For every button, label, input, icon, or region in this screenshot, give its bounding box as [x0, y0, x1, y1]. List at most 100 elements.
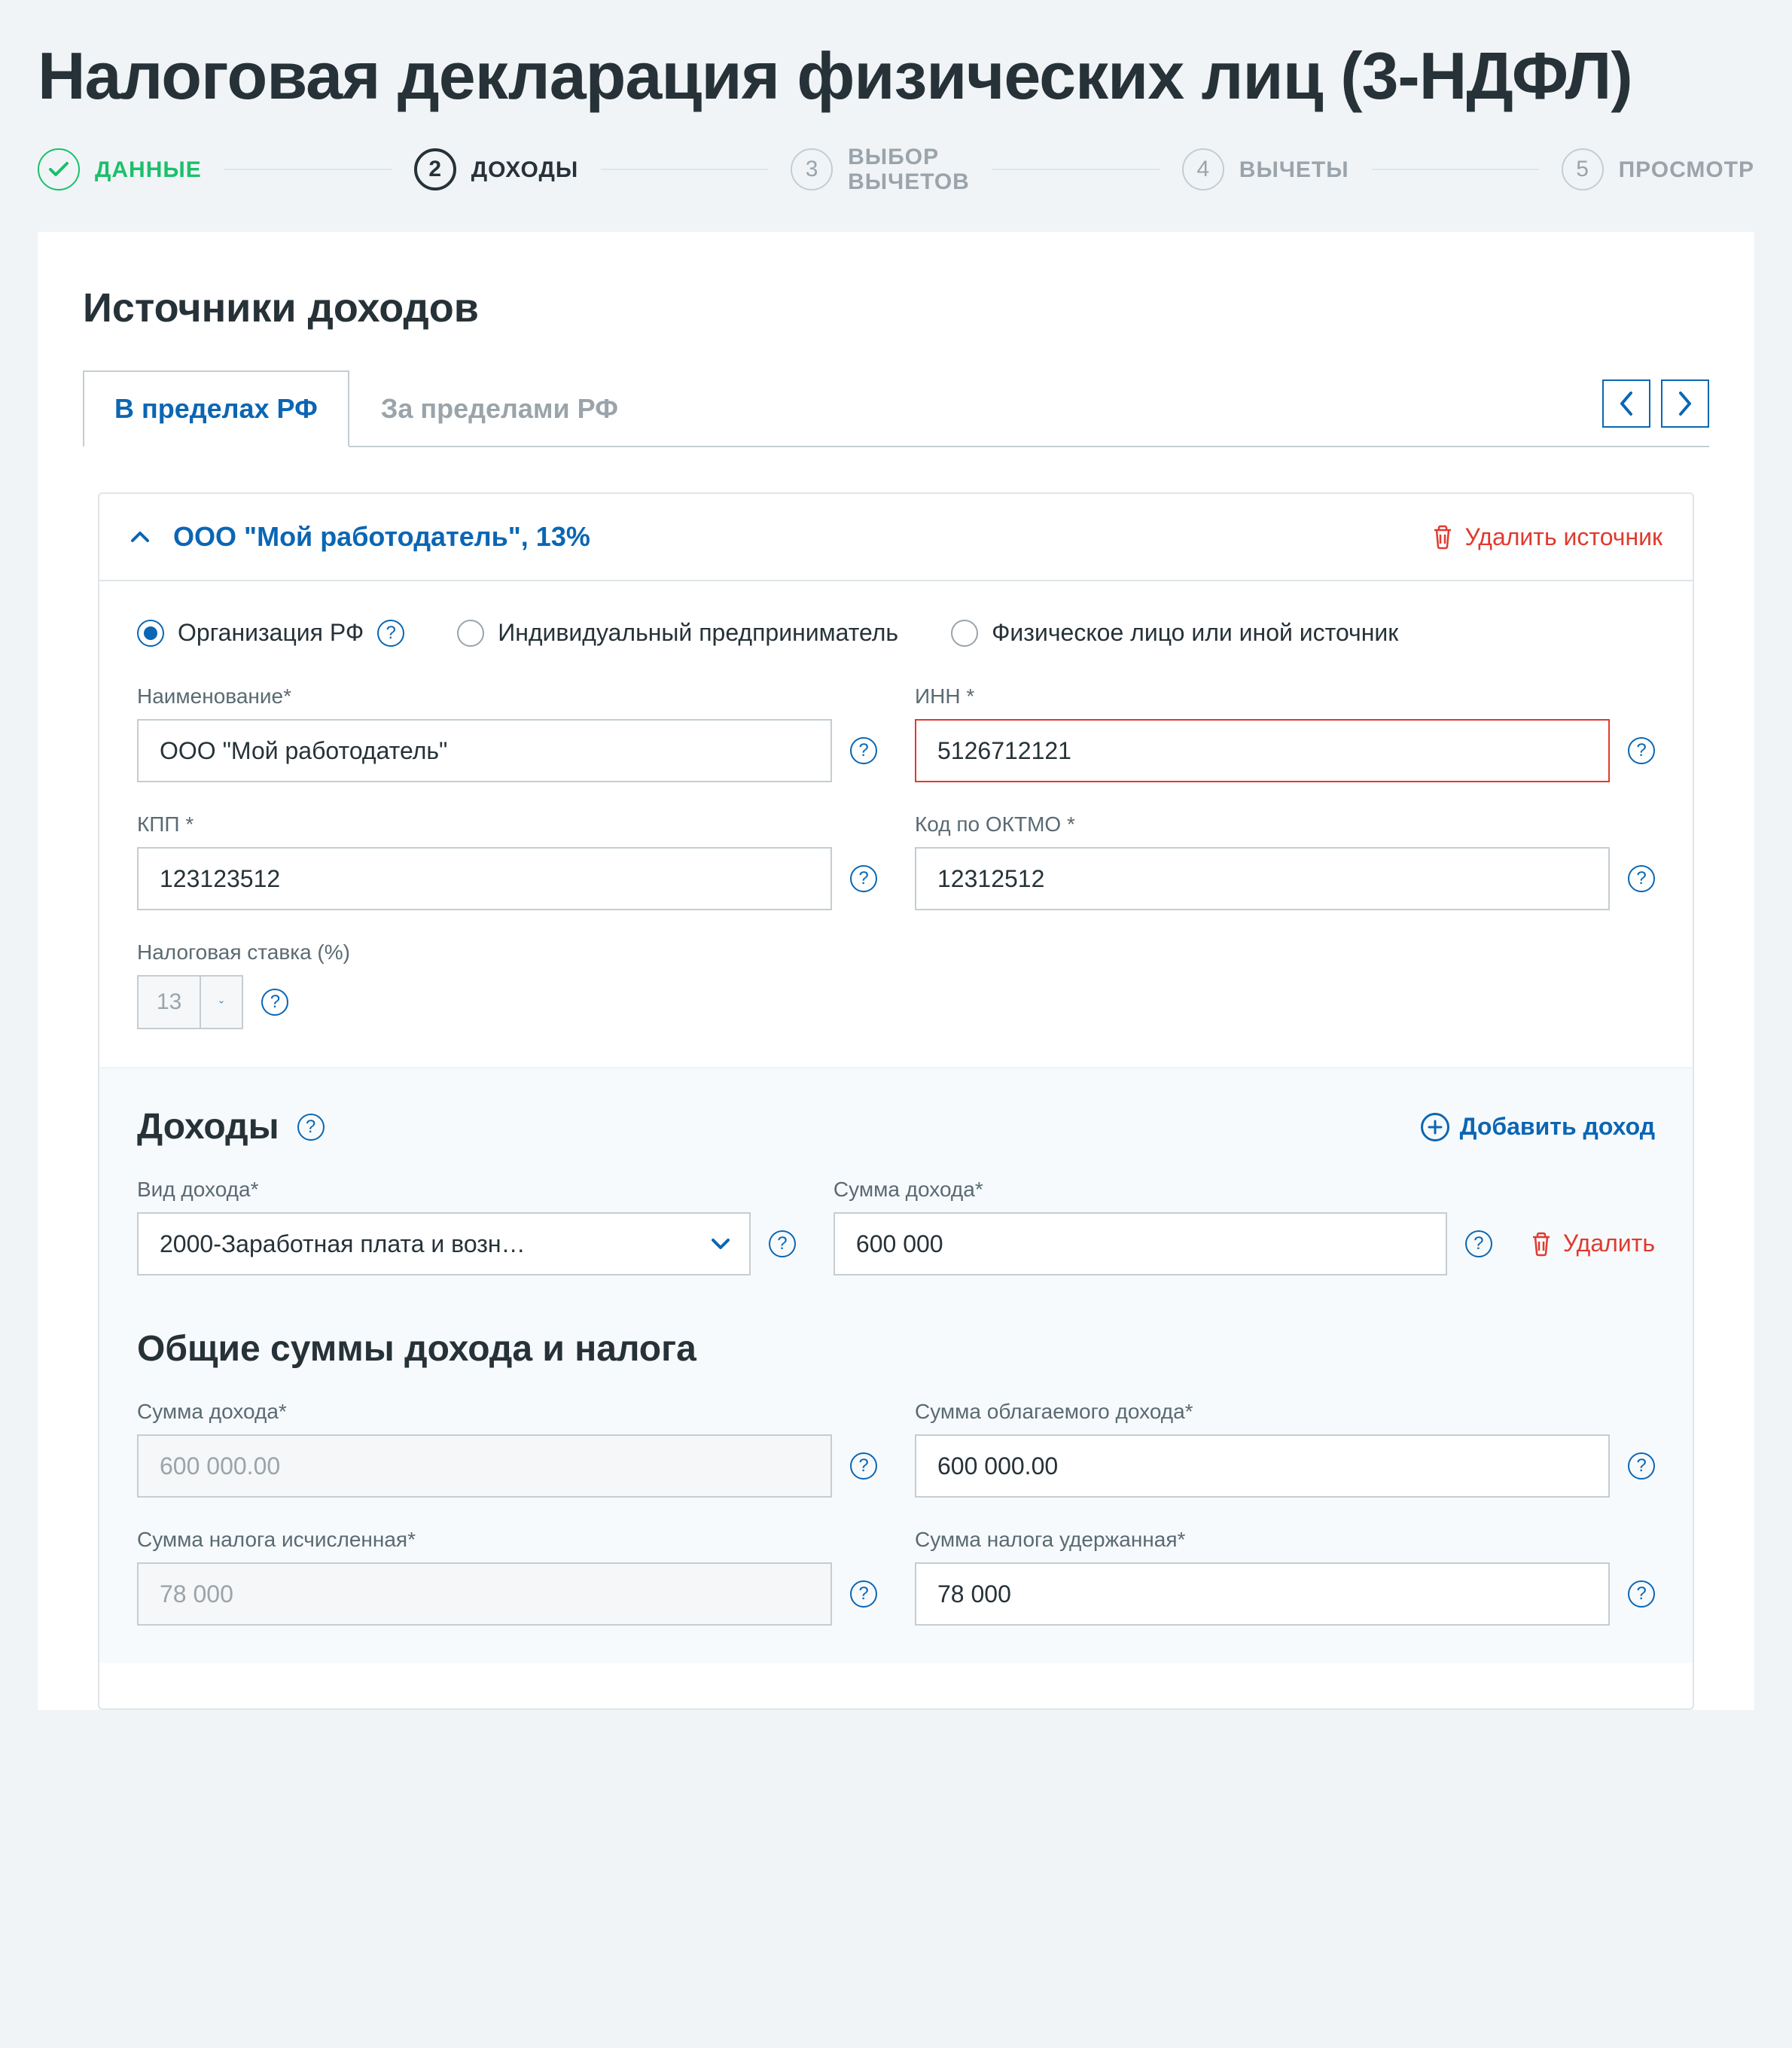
- income-type-value: 2000-Заработная плата и возн…: [139, 1230, 692, 1258]
- kpp-input[interactable]: [137, 847, 832, 910]
- field-label: КПП *: [137, 812, 877, 837]
- field-tax-withheld: Сумма налога удержанная* ?: [915, 1528, 1655, 1626]
- tax-rate-value: 13: [139, 989, 200, 1015]
- delete-source-button[interactable]: Удалить источник: [1431, 523, 1662, 551]
- field-taxable-income: Сумма облагаемого дохода* ?: [915, 1400, 1655, 1498]
- incomes-title: Доходы: [137, 1106, 279, 1147]
- step-5[interactable]: 5 ПРОСМОТР: [1562, 148, 1754, 190]
- step-label: ВЫЧЕТЫ: [1239, 157, 1349, 182]
- check-icon: [38, 148, 80, 190]
- help-icon[interactable]: ?: [1628, 865, 1655, 892]
- help-icon[interactable]: ?: [1628, 737, 1655, 764]
- help-icon[interactable]: ?: [297, 1114, 325, 1141]
- field-tax-rate: Налоговая ставка (%) 13 ?: [137, 940, 1655, 1029]
- income-type-select[interactable]: 2000-Заработная плата и возн…: [137, 1212, 751, 1275]
- source-header: ООО "Мой работодатель", 13% Удалить исто…: [99, 494, 1693, 580]
- delete-income-button[interactable]: Удалить: [1530, 1230, 1655, 1275]
- field-label: Налоговая ставка (%): [137, 940, 1655, 965]
- step-label: ПРОСМОТР: [1619, 157, 1754, 182]
- main-card: Источники доходов В пределах РФ За преде…: [38, 232, 1754, 1710]
- income-row: Вид дохода* 2000-Заработная плата и возн…: [137, 1178, 1655, 1275]
- radio-organization[interactable]: Организация РФ ?: [137, 619, 404, 647]
- step-number: 5: [1562, 148, 1604, 190]
- field-kpp: КПП * ?: [137, 812, 877, 910]
- stepper: ДАННЫЕ 2 ДОХОДЫ 3 ВЫБОР ВЫЧЕТОВ 4 ВЫЧЕТЫ…: [38, 145, 1754, 194]
- step-3[interactable]: 3 ВЫБОР ВЫЧЕТОВ: [791, 145, 970, 194]
- field-label: Сумма дохода*: [137, 1400, 877, 1424]
- chevron-right-icon: [1676, 390, 1694, 417]
- help-icon[interactable]: ?: [1628, 1580, 1655, 1608]
- radio-entrepreneur[interactable]: Индивидуальный предприниматель: [457, 619, 898, 647]
- next-button[interactable]: [1661, 379, 1709, 428]
- name-input[interactable]: [137, 719, 832, 782]
- field-income-type: Вид дохода* 2000-Заработная плата и возн…: [137, 1178, 796, 1275]
- radio-dot-icon: [457, 620, 484, 647]
- radio-label: Организация РФ: [178, 619, 364, 647]
- tab-foreign[interactable]: За пределами РФ: [349, 370, 650, 447]
- total-income-input: [137, 1434, 832, 1498]
- sources-heading: Источники доходов: [83, 285, 1709, 331]
- field-label: Сумма облагаемого дохода*: [915, 1400, 1655, 1424]
- add-income-label: Добавить доход: [1460, 1113, 1655, 1141]
- help-icon[interactable]: ?: [850, 1580, 877, 1608]
- field-name: Наименование* ?: [137, 684, 877, 782]
- radio-person[interactable]: Физическое лицо или иной источник: [951, 619, 1398, 647]
- step-number: 2: [414, 148, 456, 190]
- source-type-radios: Организация РФ ? Индивидуальный предприн…: [137, 619, 1655, 647]
- collapse-toggle[interactable]: [130, 525, 151, 549]
- source-body: Организация РФ ? Индивидуальный предприн…: [99, 580, 1693, 1708]
- field-label: Наименование*: [137, 684, 877, 709]
- page-title: Налоговая декларация физических лиц (3-Н…: [38, 38, 1754, 114]
- step-number: 3: [791, 148, 833, 190]
- step-2[interactable]: 2 ДОХОДЫ: [414, 148, 578, 190]
- tab-domestic[interactable]: В пределах РФ: [83, 370, 349, 447]
- inn-input[interactable]: [915, 719, 1610, 782]
- income-amount-input[interactable]: [834, 1212, 1447, 1275]
- field-oktmo: Код по ОКТМО * ?: [915, 812, 1655, 910]
- tab-row: В пределах РФ За пределами РФ: [83, 369, 1709, 447]
- field-income-amount: Сумма дохода* ?: [834, 1178, 1492, 1275]
- oktmo-input[interactable]: [915, 847, 1610, 910]
- help-icon[interactable]: ?: [1628, 1452, 1655, 1480]
- trash-icon: [1431, 524, 1454, 550]
- help-icon[interactable]: ?: [850, 865, 877, 892]
- radio-dot-icon: [137, 620, 164, 647]
- totals-heading: Общие суммы дохода и налога: [137, 1328, 1655, 1370]
- field-label: Сумма налога удержанная*: [915, 1528, 1655, 1552]
- field-label: Сумма налога исчисленная*: [137, 1528, 877, 1552]
- help-icon[interactable]: ?: [850, 737, 877, 764]
- step-label: ВЫБОР ВЫЧЕТОВ: [848, 145, 970, 194]
- tax-rate-select[interactable]: 13: [137, 975, 243, 1029]
- tax-withheld-input[interactable]: [915, 1562, 1610, 1626]
- help-icon[interactable]: ?: [1465, 1230, 1492, 1257]
- field-inn: ИНН * ?: [915, 684, 1655, 782]
- delete-income-label: Удалить: [1563, 1230, 1655, 1257]
- help-icon[interactable]: ?: [769, 1230, 796, 1257]
- step-label: ДОХОДЫ: [471, 157, 578, 182]
- incomes-panel: Доходы ? Добавить доход Вид дохода*: [99, 1067, 1693, 1663]
- source-panel: ООО "Мой работодатель", 13% Удалить исто…: [98, 492, 1694, 1710]
- radio-label: Индивидуальный предприниматель: [498, 619, 898, 647]
- tax-calculated-input: [137, 1562, 832, 1626]
- help-icon[interactable]: ?: [377, 620, 404, 647]
- add-income-button[interactable]: Добавить доход: [1421, 1113, 1655, 1141]
- chevron-down-icon: [200, 977, 242, 1028]
- step-label: ДАННЫЕ: [95, 157, 202, 182]
- field-label: Код по ОКТМО *: [915, 812, 1655, 837]
- field-tax-calculated: Сумма налога исчисленная* ?: [137, 1528, 877, 1626]
- source-title: ООО "Мой работодатель", 13%: [173, 521, 1409, 553]
- step-4[interactable]: 4 ВЫЧЕТЫ: [1182, 148, 1349, 190]
- step-1[interactable]: ДАННЫЕ: [38, 148, 202, 190]
- prev-button[interactable]: [1602, 379, 1650, 428]
- field-total-income: Сумма дохода* ?: [137, 1400, 877, 1498]
- delete-source-label: Удалить источник: [1464, 523, 1662, 551]
- help-icon[interactable]: ?: [261, 989, 288, 1016]
- chevron-up-icon: [130, 530, 151, 544]
- field-label: Вид дохода*: [137, 1178, 796, 1202]
- help-icon[interactable]: ?: [850, 1452, 877, 1480]
- trash-icon: [1530, 1231, 1553, 1257]
- radio-dot-icon: [951, 620, 978, 647]
- taxable-income-input[interactable]: [915, 1434, 1610, 1498]
- field-label: ИНН *: [915, 684, 1655, 709]
- field-label: Сумма дохода*: [834, 1178, 1492, 1202]
